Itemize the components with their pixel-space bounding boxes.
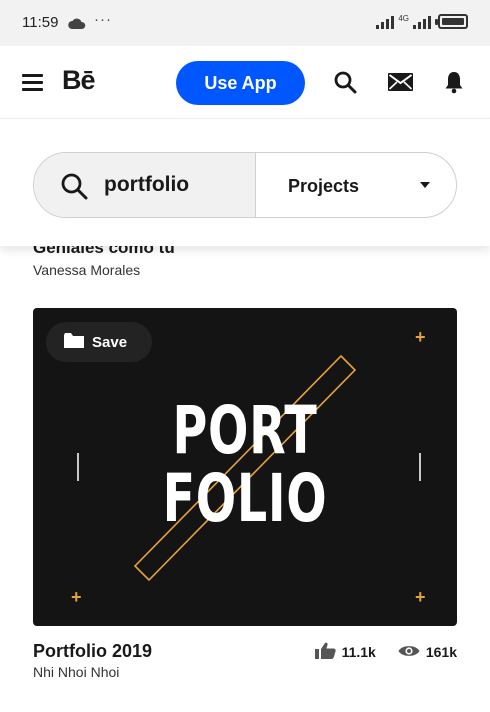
status-indicators: 4G <box>376 14 468 29</box>
mail-icon[interactable] <box>388 73 413 96</box>
signal-icon <box>376 15 395 29</box>
eye-icon <box>398 644 420 661</box>
search-field[interactable] <box>34 153 256 217</box>
search-type-label: Projects <box>288 176 360 196</box>
divider-left <box>77 453 79 481</box>
plus-mark-top-right: + <box>415 327 426 347</box>
project-cover[interactable]: Save + + + PORT FOLIO <box>33 308 457 626</box>
plus-mark-bottom-left: + <box>71 587 82 607</box>
status-time: 11:59 <box>22 14 59 31</box>
caret-down-icon <box>420 182 430 188</box>
network-label: 4G <box>398 14 409 23</box>
views-count: 161k <box>425 644 457 660</box>
views-stat: 161k <box>398 644 457 661</box>
signal-icon-2 <box>413 15 431 29</box>
appreciations-count: 11.1k <box>341 644 376 660</box>
cover-word-line1: PORT <box>172 392 318 469</box>
search-field-icon <box>60 172 88 205</box>
status-bar: 11:59 ··· 4G <box>0 0 490 46</box>
status-dots: ··· <box>94 11 112 28</box>
divider-right <box>419 453 421 481</box>
search-icon[interactable] <box>333 70 357 99</box>
menu-icon[interactable] <box>22 74 43 91</box>
search-type-dropdown[interactable]: Projects <box>257 153 456 217</box>
cloud-icon <box>68 16 86 34</box>
search-input[interactable] <box>104 169 250 201</box>
search-bar: Projects <box>33 152 457 218</box>
plus-mark-bottom-right: + <box>415 587 426 607</box>
project-stats: 11.1k 161k <box>314 642 457 662</box>
project-owner[interactable]: Nhi Nhoi Nhoi <box>33 664 119 680</box>
bell-icon[interactable] <box>444 70 464 99</box>
project-title[interactable]: Portfolio 2019 <box>33 641 152 662</box>
app-header: Bē Use App <box>0 46 490 118</box>
thumbs-up-icon <box>314 642 336 662</box>
behance-logo[interactable]: Bē <box>62 65 96 96</box>
save-label: Save <box>92 333 128 351</box>
cover-word-line2: FOLIO <box>162 460 328 537</box>
use-app-button[interactable]: Use App <box>176 61 305 105</box>
save-button[interactable]: Save <box>46 322 152 362</box>
previous-project-owner[interactable]: Vanessa Morales <box>33 262 140 278</box>
appreciations-stat: 11.1k <box>314 642 376 662</box>
battery-icon <box>435 14 468 29</box>
search-panel: Projects <box>0 118 490 246</box>
folder-icon <box>64 332 84 352</box>
